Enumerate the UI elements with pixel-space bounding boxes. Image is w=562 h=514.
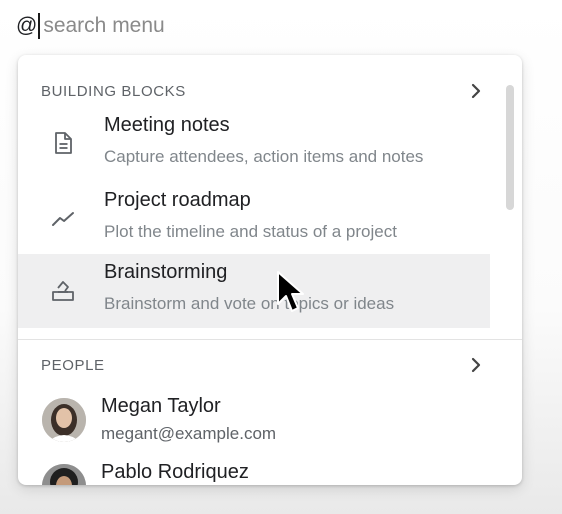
menu-item-description: Plot the timeline and status of a projec… [104,222,397,241]
section-header-people[interactable]: PEOPLE [18,347,522,383]
menu-item-title: Project roadmap [104,189,251,211]
search-bar[interactable]: @ [16,10,304,42]
person-email: megant@example.com [101,424,277,443]
chevron-right-icon[interactable] [466,81,486,101]
avatar [42,398,86,442]
menu-item-meeting-notes[interactable]: Meeting notes Capture attendees, action … [18,107,490,181]
menu-item-description: Capture attendees, action items and note… [104,147,424,166]
menu-item-description: Brainstorm and vote on topics or ideas [104,294,395,313]
mouse-cursor-icon [277,271,304,312]
document-icon [55,132,72,154]
person-name: Megan Taylor [101,395,221,417]
person-item-megan-taylor[interactable]: Megan Taylor megant@example.com [18,390,522,456]
person-name: Pablo Rodriquez [101,461,249,483]
search-menu-dropdown: BUILDING BLOCKS Meeting notes Capture at… [18,55,522,485]
menu-item-title: Meeting notes [104,114,230,136]
section-title: BUILDING BLOCKS [41,82,186,100]
person-item-pablo-rodriquez[interactable]: Pablo Rodriquez [18,456,522,485]
mention-prefix: @ [16,14,38,37]
avatar [42,464,86,485]
section-header-building-blocks[interactable]: BUILDING BLOCKS [18,73,522,109]
text-caret [38,13,41,39]
section-divider [18,339,522,340]
section-title: PEOPLE [41,356,105,374]
menu-item-brainstorming[interactable]: Brainstorming Brainstorm and vote on top… [18,254,490,328]
chevron-right-icon[interactable] [466,355,486,375]
ballot-box-icon [52,281,74,301]
menu-item-title: Brainstorming [104,261,228,283]
trend-line-icon [52,212,74,226]
search-input[interactable] [43,14,304,38]
menu-item-project-roadmap[interactable]: Project roadmap Plot the timeline and st… [18,182,490,256]
